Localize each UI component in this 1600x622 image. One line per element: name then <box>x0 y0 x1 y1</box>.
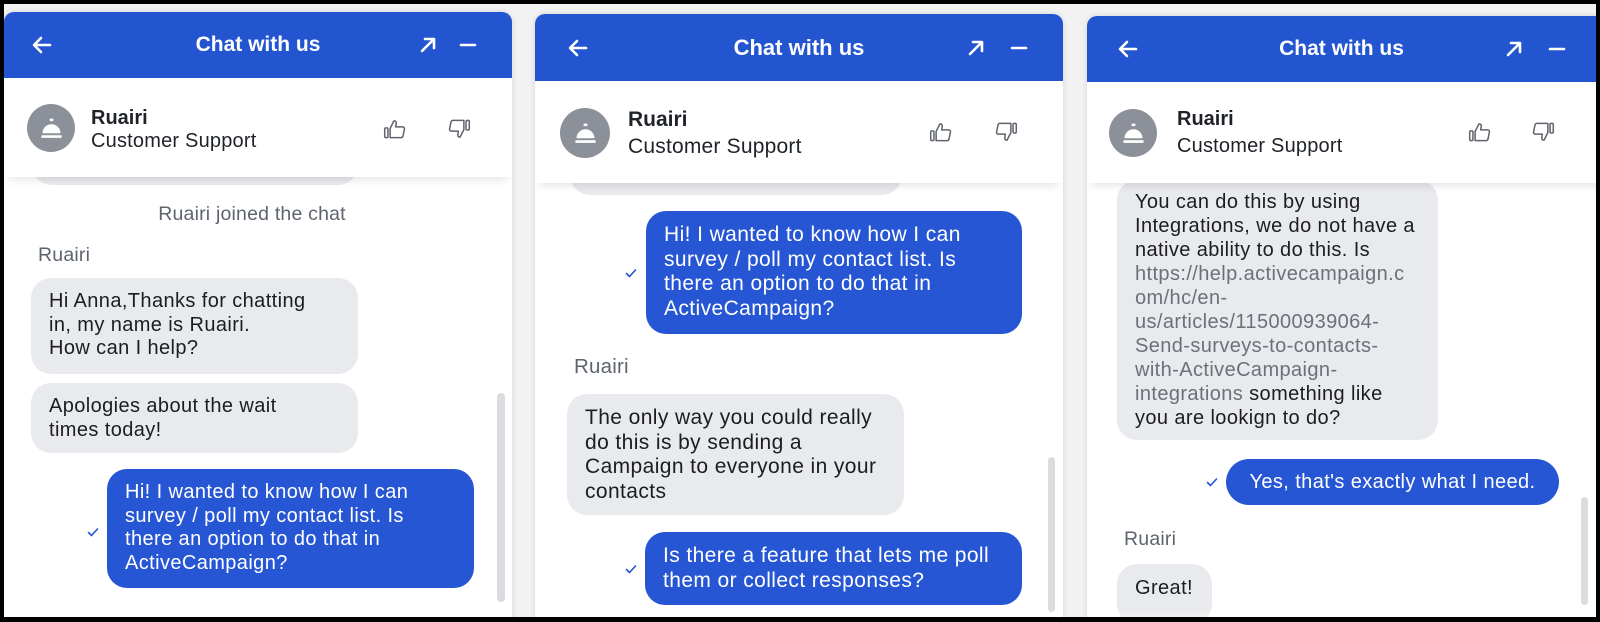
chat-header: Chat with us <box>535 14 1063 81</box>
visitor-message: Is there a feature that lets me poll the… <box>645 532 1022 605</box>
agent-name: Ruairi <box>628 108 688 131</box>
checkmark-icon <box>624 266 638 280</box>
sender-label: Ruairi <box>38 244 91 266</box>
bottom-fade <box>535 608 1063 617</box>
message-text: You can do this by using Integrations, w… <box>1135 191 1415 261</box>
visitor-message: Hi! I wanted to know how I can survey / … <box>107 469 474 588</box>
agent-name: Ruairi <box>1177 108 1234 130</box>
agent-role: Customer Support <box>1177 135 1343 157</box>
avatar <box>27 104 75 152</box>
minus-icon[interactable] <box>456 33 480 57</box>
chat-widget: Chat with us Ruairi Customer Support Rua… <box>4 12 512 617</box>
bottom-fade <box>4 606 512 617</box>
concierge-bell-icon <box>574 123 596 143</box>
chat-widget: Chat with us Ruairi Customer Support Hi!… <box>535 14 1063 617</box>
thumbs-down-icon[interactable] <box>993 119 1019 145</box>
visitor-message: Yes, that's exactly what I need. <box>1226 459 1559 505</box>
thumbs-up-icon[interactable] <box>382 116 408 142</box>
avatar <box>1109 109 1157 157</box>
sender-label: Ruairi <box>1124 528 1177 550</box>
thumbs-down-icon[interactable] <box>446 116 472 142</box>
concierge-bell-icon <box>1122 123 1144 143</box>
checkmark-icon <box>86 525 100 539</box>
thumbs-up-icon[interactable] <box>928 119 954 145</box>
agent-role: Customer Support <box>628 135 802 158</box>
chat-widget: Chat with us Ruairi Customer Support You… <box>1087 16 1596 617</box>
screenshot-frame: Chat with us Ruairi Customer Support Rua… <box>4 4 1596 617</box>
scrollbar-thumb[interactable] <box>1048 457 1055 612</box>
thumbs-up-icon[interactable] <box>1467 119 1493 145</box>
arrow-up-right-icon[interactable] <box>416 33 440 57</box>
system-message: Ruairi joined the chat <box>158 203 346 225</box>
avatar <box>560 108 610 158</box>
chat-header: Chat with us <box>4 12 512 78</box>
agent-info-bar: Ruairi Customer Support <box>535 81 1063 183</box>
checkmark-icon <box>1205 475 1219 489</box>
agent-info-bar: Ruairi Customer Support <box>1087 82 1596 183</box>
agent-message: Hi Anna,Thanks for chatting in, my name … <box>31 278 358 374</box>
agent-message: Great! <box>1117 564 1212 617</box>
agent-message: You can do this by using Integrations, w… <box>1117 180 1438 440</box>
minus-icon[interactable] <box>1545 37 1569 61</box>
sender-label: Ruairi <box>574 355 629 378</box>
scrollbar-thumb[interactable] <box>1581 497 1588 605</box>
visitor-message: Hi! I wanted to know how I can survey / … <box>646 211 1022 334</box>
agent-name: Ruairi <box>91 107 148 129</box>
concierge-bell-icon <box>40 118 62 138</box>
agent-info-bar: Ruairi Customer Support <box>4 78 512 177</box>
agent-message: Apologies about the wait times today! <box>31 383 358 453</box>
minus-icon[interactable] <box>1007 36 1031 60</box>
arrow-up-right-icon[interactable] <box>1502 37 1526 61</box>
agent-role: Customer Support <box>91 130 257 152</box>
chat-header: Chat with us <box>1087 16 1596 82</box>
agent-message: The only way you could really do this is… <box>567 394 904 515</box>
scrollbar-thumb[interactable] <box>497 393 505 602</box>
arrow-up-right-icon[interactable] <box>964 36 988 60</box>
thumbs-down-icon[interactable] <box>1530 119 1556 145</box>
checkmark-icon <box>624 562 638 576</box>
